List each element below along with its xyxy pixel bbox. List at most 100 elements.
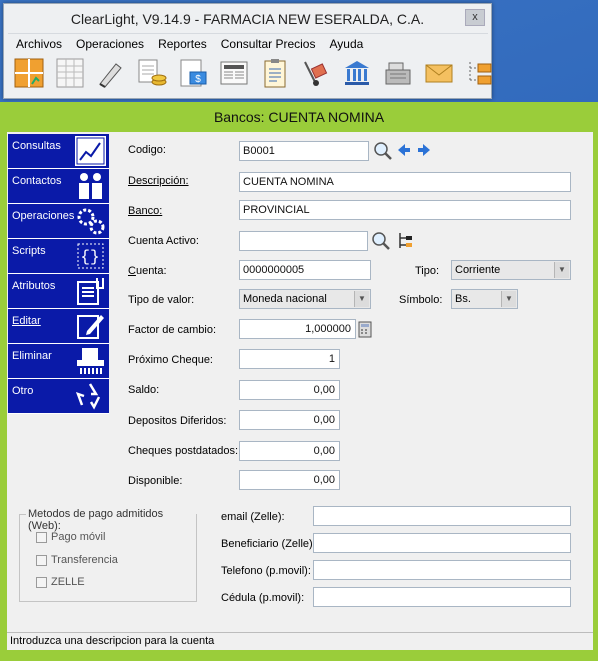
clipboard-icon[interactable] xyxy=(258,56,292,90)
simbolo-label: Símbolo: xyxy=(399,294,443,306)
chevron-down-icon[interactable]: ▼ xyxy=(501,291,516,307)
folder-tree-icon[interactable] xyxy=(463,56,497,90)
invoice-icon[interactable]: $ xyxy=(176,56,210,90)
spreadsheet-icon[interactable] xyxy=(53,56,87,90)
nav-consultas[interactable]: Consultas xyxy=(8,134,109,169)
cuenta-label: Cuenta: xyxy=(128,265,167,277)
documents-coins-icon[interactable] xyxy=(135,56,169,90)
chevron-down-icon[interactable]: ▼ xyxy=(354,291,369,307)
nav-otro[interactable]: Otro xyxy=(8,379,109,414)
nav-label: Scripts xyxy=(12,245,46,257)
depositos-label: Depositos Diferidos: xyxy=(128,415,227,427)
tipo-valor-label: Tipo de valor: xyxy=(128,294,195,306)
telefono-field[interactable] xyxy=(313,560,571,580)
codigo-label: Codigo: xyxy=(128,144,166,156)
cuenta-activo-field[interactable] xyxy=(239,231,368,251)
main-window: ClearLight, V9.14.9 - FARMACIA NEW ESERA… xyxy=(3,3,492,99)
cedula-label: Cédula (p.movil): xyxy=(221,592,305,604)
menu-ayuda[interactable]: Ayuda xyxy=(329,37,363,51)
dialog-body: Consultas Contactos Operaciones Scripts xyxy=(7,132,593,650)
menu-operaciones[interactable]: Operaciones xyxy=(76,37,144,51)
simbolo-select[interactable]: Bs. ▼ xyxy=(451,289,518,309)
menu-reportes[interactable]: Reportes xyxy=(158,37,207,51)
menu-bar: Archivos Operaciones Reportes Consultar … xyxy=(8,33,488,53)
factor-label: Factor de cambio: xyxy=(128,324,217,336)
proximo-label: Próximo Cheque: xyxy=(128,354,213,366)
saldo-field[interactable]: 0,00 xyxy=(239,380,340,400)
nav-label: Editar xyxy=(12,315,41,327)
telefono-label: Telefono (p.movil): xyxy=(221,565,311,577)
calculator-icon[interactable] xyxy=(358,321,372,341)
toolbar: $ xyxy=(12,56,497,94)
nav-label: Otro xyxy=(12,385,34,397)
tree-icon[interactable] xyxy=(397,232,413,253)
codigo-field[interactable]: B0001 xyxy=(239,141,369,161)
nav-contactos[interactable]: Contactos xyxy=(8,169,109,204)
chevron-down-icon[interactable]: ▼ xyxy=(554,262,569,278)
cuenta-activo-label: Cuenta Activo: xyxy=(128,235,199,247)
factor-field[interactable]: 1,000000 xyxy=(239,319,356,339)
grid-chart-icon[interactable] xyxy=(12,56,46,90)
email-zelle-label: email (Zelle): xyxy=(221,511,285,523)
simbolo-value: Bs. xyxy=(455,293,471,305)
side-nav: Consultas Contactos Operaciones Scripts xyxy=(8,134,109,414)
metodos-pago-group: Metodos de pago admitidos (Web): Pago mó… xyxy=(19,508,197,602)
arrow-right-icon[interactable] xyxy=(417,143,431,160)
banco-label: Banco: xyxy=(128,205,163,217)
recycle-icon xyxy=(75,381,106,411)
search-icon[interactable] xyxy=(370,231,392,254)
close-button[interactable]: x xyxy=(465,9,485,26)
svg-text:$: $ xyxy=(195,74,201,85)
email-zelle-field[interactable] xyxy=(313,506,571,526)
pen-icon[interactable] xyxy=(94,56,128,90)
hand-truck-icon[interactable] xyxy=(299,56,333,90)
cash-register-icon[interactable] xyxy=(381,56,415,90)
cheques-field[interactable]: 0,00 xyxy=(239,441,340,461)
tipo-label: Tipo: xyxy=(415,265,440,277)
newspaper-icon[interactable] xyxy=(217,56,251,90)
proximo-field[interactable]: 1 xyxy=(239,349,340,369)
disponible-field[interactable]: 0,00 xyxy=(239,470,340,490)
menu-consultar-precios[interactable]: Consultar Precios xyxy=(221,37,316,51)
checkbox-box[interactable] xyxy=(36,554,47,566)
checkbox-box[interactable] xyxy=(36,531,47,543)
arrow-left-icon[interactable] xyxy=(397,143,411,160)
chart-icon xyxy=(75,136,106,166)
checkbox-label: Pago móvil xyxy=(51,531,106,543)
envelope-icon[interactable] xyxy=(422,56,456,90)
nav-atributos[interactable]: Atributos xyxy=(8,274,109,309)
nav-scripts[interactable]: Scripts {} xyxy=(8,239,109,274)
tipo-select[interactable]: Corriente ▼ xyxy=(451,260,571,280)
status-bar: Introduzca una descripcion para la cuent… xyxy=(7,632,593,650)
nav-label: Eliminar xyxy=(12,350,52,362)
disponible-label: Disponible: xyxy=(128,475,183,487)
nav-label: Contactos xyxy=(12,175,62,187)
beneficiario-zelle-field[interactable] xyxy=(313,533,571,553)
search-icon[interactable] xyxy=(372,141,394,164)
cuenta-field[interactable]: 0000000005 xyxy=(239,260,371,280)
nav-eliminar[interactable]: Eliminar xyxy=(8,344,109,379)
menu-archivos[interactable]: Archivos xyxy=(16,37,62,51)
svg-text:{}: {} xyxy=(80,248,99,266)
bank-dialog: Bancos: CUENTA NOMINA Consultas Contacto… xyxy=(0,102,598,661)
main-window-title: ClearLight, V9.14.9 - FARMACIA NEW ESERA… xyxy=(70,11,425,27)
nav-label: Operaciones xyxy=(12,210,75,222)
edit-pencil-icon xyxy=(75,311,106,341)
descripcion-field[interactable]: CUENTA NOMINA xyxy=(239,172,571,192)
gears-icon xyxy=(75,206,106,236)
nav-operaciones[interactable]: Operaciones xyxy=(8,204,109,239)
saldo-label: Saldo: xyxy=(128,384,160,396)
checkbox-label: Transferencia xyxy=(51,554,118,566)
nav-editar[interactable]: Editar xyxy=(8,309,109,344)
pago-movil-checkbox[interactable]: Pago móvil xyxy=(36,531,105,543)
checkbox-box[interactable] xyxy=(36,576,47,588)
bank-icon[interactable] xyxy=(340,56,374,90)
cedula-field[interactable] xyxy=(313,587,571,607)
zelle-checkbox[interactable]: ZELLE xyxy=(36,576,85,588)
tipo-valor-select[interactable]: Moneda nacional ▼ xyxy=(239,289,371,309)
tipo-valor-value: Moneda nacional xyxy=(243,293,327,305)
banco-field[interactable]: PROVINCIAL xyxy=(239,200,571,220)
people-icon xyxy=(75,171,106,201)
transferencia-checkbox[interactable]: Transferencia xyxy=(36,554,118,566)
depositos-field[interactable]: 0,00 xyxy=(239,410,340,430)
